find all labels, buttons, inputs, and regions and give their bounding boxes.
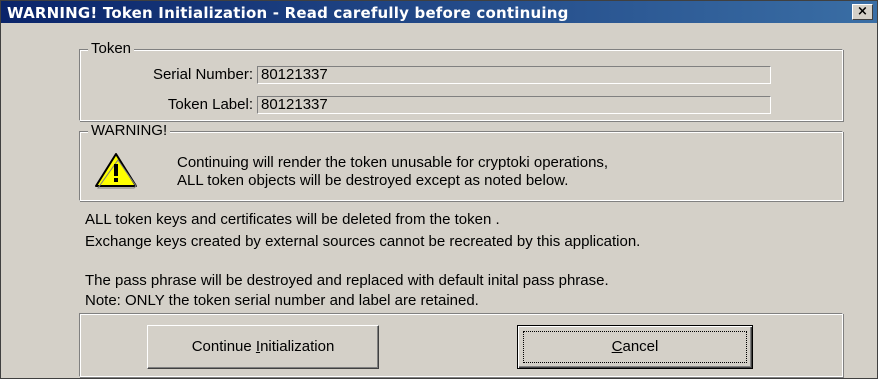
continue-initialization-button[interactable]: Continue Initialization bbox=[147, 325, 379, 369]
dialog-window: WARNING! Token Initialization - Read car… bbox=[0, 0, 878, 379]
close-button[interactable]: × bbox=[852, 4, 873, 20]
info-line-2: Exchange keys created by external source… bbox=[85, 233, 641, 250]
serial-number-label: Serial Number: bbox=[152, 66, 253, 83]
info-line-3: The pass phrase will be destroyed and re… bbox=[85, 272, 609, 289]
warning-line-2: ALL token objects will be destroyed exce… bbox=[177, 172, 569, 189]
token-group-legend: Token bbox=[88, 40, 135, 57]
title-bar[interactable]: WARNING! Token Initialization - Read car… bbox=[1, 1, 877, 23]
warning-icon bbox=[95, 153, 137, 189]
token-label-field[interactable]: 80121337 bbox=[257, 96, 771, 114]
warning-group-legend: WARNING! bbox=[88, 122, 171, 139]
close-icon: × bbox=[857, 4, 868, 19]
focus-ring bbox=[523, 331, 747, 363]
info-line-4: Note: ONLY the token serial number and l… bbox=[85, 292, 479, 309]
window-title: WARNING! Token Initialization - Read car… bbox=[7, 4, 569, 22]
info-line-1: ALL token keys and certificates will be … bbox=[85, 211, 500, 228]
warning-message: Continuing will render the token unusabl… bbox=[177, 154, 608, 190]
continue-initialization-label: Continue Initialization bbox=[191, 338, 335, 355]
warning-line-1: Continuing will render the token unusabl… bbox=[177, 154, 609, 171]
serial-number-field[interactable]: 80121337 bbox=[257, 66, 771, 84]
cancel-button[interactable]: Cancel bbox=[517, 325, 753, 369]
token-label-label: Token Label: bbox=[167, 96, 253, 113]
